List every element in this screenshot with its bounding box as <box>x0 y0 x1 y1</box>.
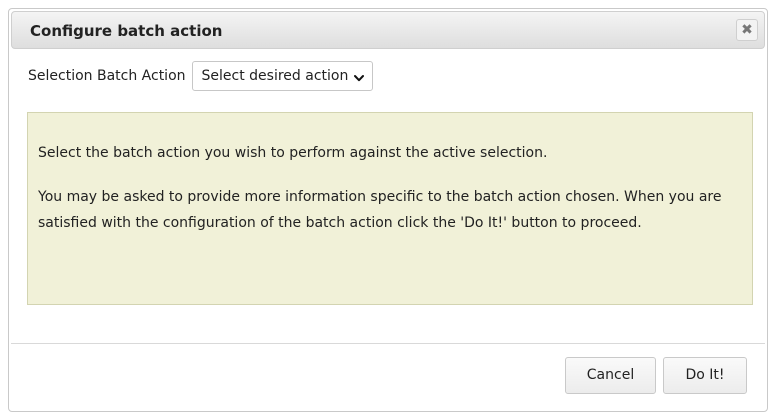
batch-action-select-value: Select desired action <box>201 68 349 84</box>
chevron-down-icon <box>354 71 365 82</box>
footer-divider <box>11 343 765 344</box>
selection-row: Selection Batch Action Select desired ac… <box>28 60 374 92</box>
selection-batch-action-label: Selection Batch Action <box>28 68 186 84</box>
instructions-panel: Select the batch action you wish to perf… <box>27 112 753 305</box>
close-icon[interactable]: ✖ <box>736 19 758 41</box>
instructions-paragraph-1: Select the batch action you wish to perf… <box>38 145 548 161</box>
dialog-title: Configure batch action <box>30 22 223 40</box>
batch-action-dialog: Configure batch action ✖ Selection Batch… <box>8 8 768 412</box>
dialog-titlebar[interactable]: Configure batch action ✖ <box>11 11 765 49</box>
do-it-button[interactable]: Do It! <box>663 357 747 394</box>
instructions-paragraph-2: You may be asked to provide more informa… <box>38 189 722 231</box>
cancel-button[interactable]: Cancel <box>565 357 656 394</box>
batch-action-select[interactable]: Select desired action <box>191 61 374 91</box>
